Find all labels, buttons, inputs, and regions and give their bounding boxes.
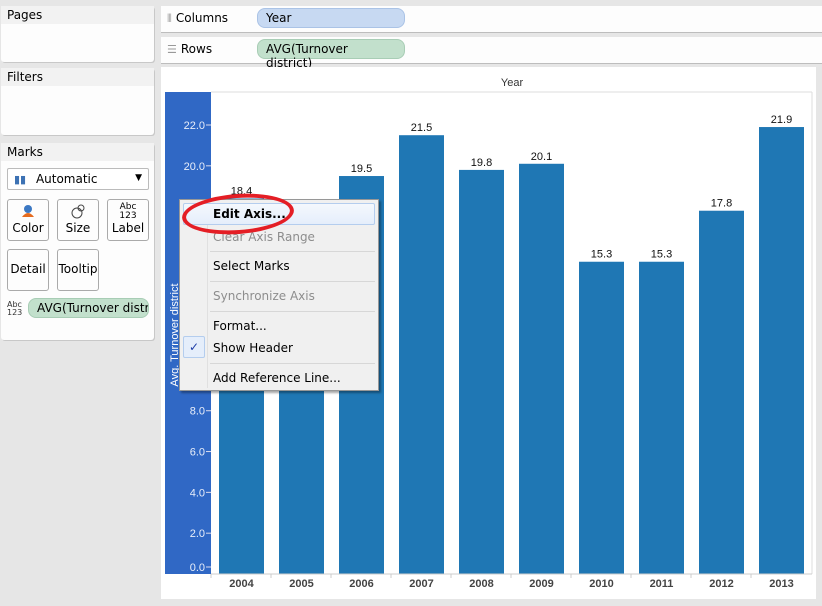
- y-tick-label: 4.0: [190, 487, 205, 499]
- bar-2011[interactable]: [639, 261, 684, 574]
- bar-2009[interactable]: [519, 163, 564, 574]
- x-tick-label-2013[interactable]: 2013: [769, 578, 793, 590]
- data-label-2011: 15.3: [651, 249, 672, 261]
- bar-2008[interactable]: [459, 169, 504, 574]
- x-tick-label-2012[interactable]: 2012: [709, 578, 733, 590]
- y-tick-label: 2.0: [190, 528, 205, 540]
- x-tick-label-2004[interactable]: 2004: [229, 578, 254, 590]
- data-label-2009: 20.1: [531, 151, 552, 163]
- bar-chart: Year 0.02.04.06.08.010.012.014.016.018.0…: [169, 77, 813, 590]
- checkmark-icon: ✓: [183, 336, 205, 358]
- x-tick-label-2011[interactable]: 2011: [650, 578, 674, 590]
- menu-item-format[interactable]: Format...: [213, 315, 267, 337]
- data-label-2012: 17.8: [711, 198, 732, 210]
- menu-item-synchronize-axis: Synchronize Axis: [213, 289, 315, 303]
- menu-item-add-reference-line[interactable]: Add Reference Line...: [213, 367, 341, 389]
- y-tick-label: 8.0: [190, 406, 205, 418]
- x-tick-label-2006[interactable]: 2006: [349, 578, 373, 590]
- y-tick-label: 22.0: [184, 120, 205, 132]
- data-label-2010: 15.3: [591, 249, 612, 261]
- y-tick-label: 20.0: [184, 161, 205, 173]
- data-label-2007: 21.5: [411, 122, 432, 134]
- bar-2013[interactable]: [759, 127, 804, 575]
- x-tick-label-2008[interactable]: 2008: [469, 578, 493, 590]
- bar-2007[interactable]: [399, 135, 444, 575]
- x-tick-label-2005[interactable]: 2005: [289, 578, 313, 590]
- bar-2012[interactable]: [699, 210, 744, 574]
- menu-item-show-header[interactable]: Show Header: [213, 337, 293, 359]
- y-tick-label: 0.0: [190, 562, 205, 574]
- x-tick-label-2009[interactable]: 2009: [529, 578, 553, 590]
- data-label-2006: 19.5: [351, 163, 372, 175]
- bar-2010[interactable]: [579, 261, 624, 574]
- chart-title: Year: [501, 77, 524, 89]
- menu-item-select-marks[interactable]: Select Marks: [213, 255, 290, 277]
- x-tick-label-2010[interactable]: 2010: [589, 578, 613, 590]
- data-label-2008: 19.8: [471, 157, 492, 169]
- y-tick-label: 6.0: [190, 447, 205, 459]
- data-label-2013: 21.9: [771, 114, 792, 126]
- x-tick-label-2007[interactable]: 2007: [409, 578, 433, 590]
